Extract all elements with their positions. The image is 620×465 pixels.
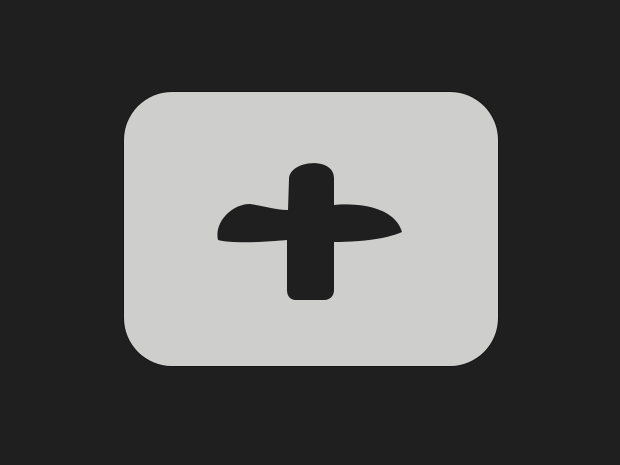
screen: [0, 0, 620, 465]
plus-icon: [217, 163, 402, 300]
add-button[interactable]: [124, 92, 498, 366]
